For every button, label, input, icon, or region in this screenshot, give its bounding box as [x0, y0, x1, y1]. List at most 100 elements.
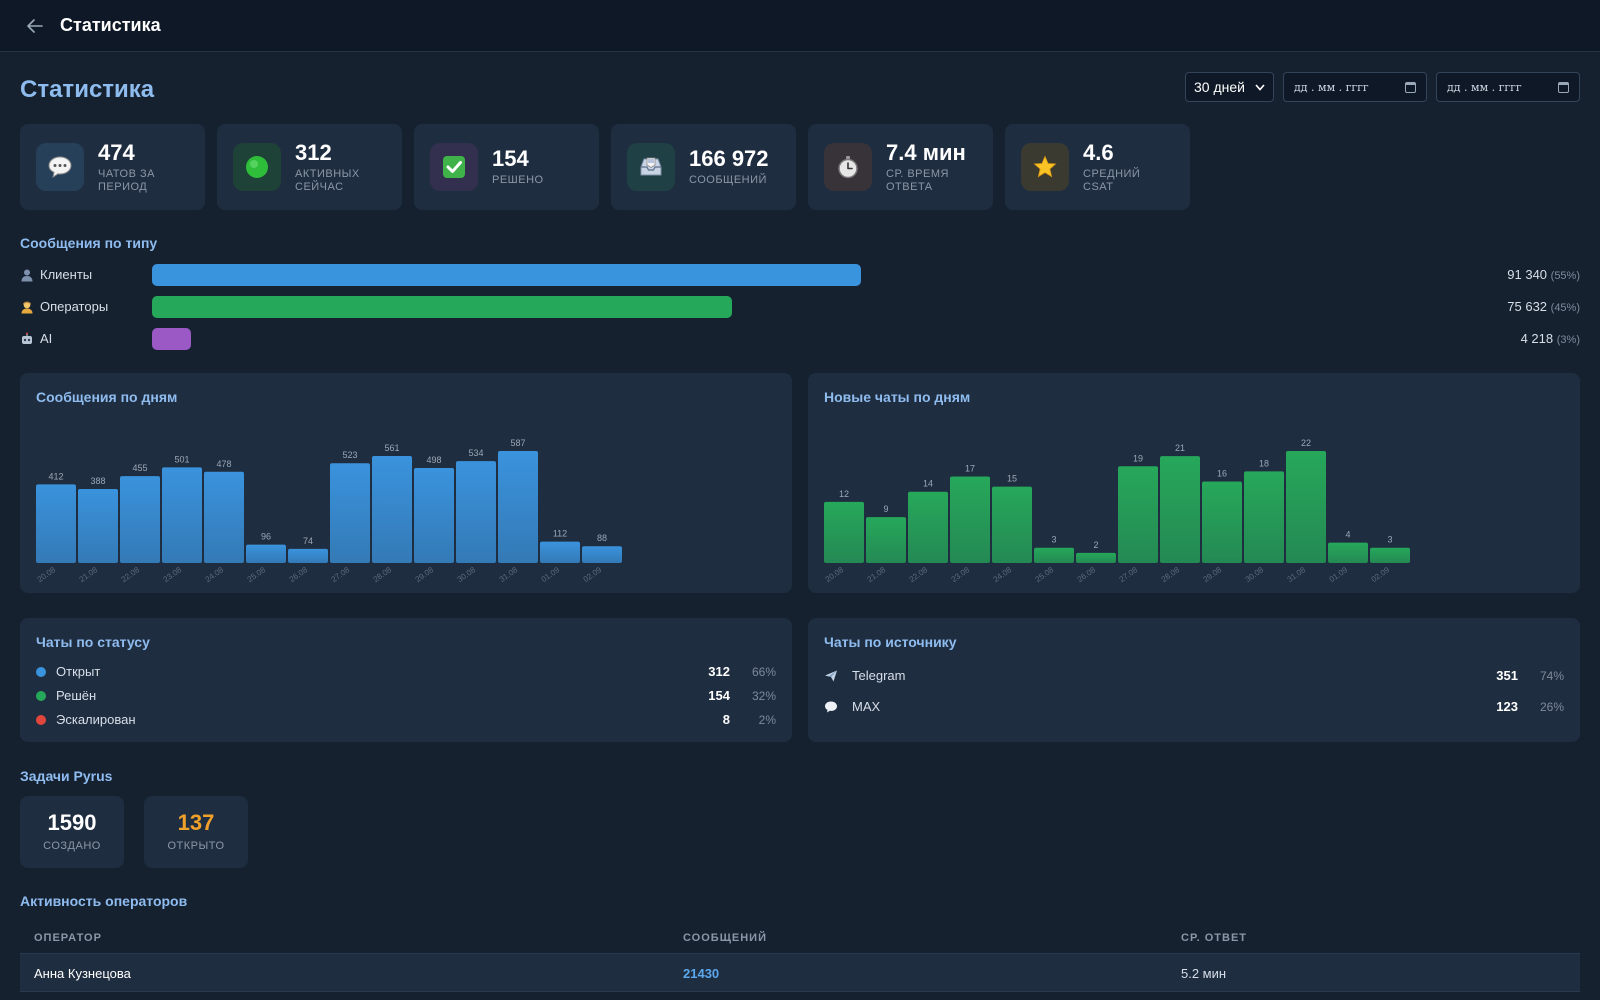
x-tick-label: 31.08 [498, 565, 520, 584]
message-type-count: 75 632 [1507, 299, 1548, 314]
source-count: 351 [1496, 668, 1518, 683]
chart-bar[interactable] [330, 463, 370, 563]
star-icon [1021, 143, 1069, 191]
chart-bar[interactable] [1286, 451, 1326, 563]
pyrus-cards: 1590 СОЗДАНО 137 ОТКРЫТО [20, 796, 248, 868]
chart-bar[interactable] [1076, 552, 1116, 563]
x-tick-label: 24.08 [992, 565, 1014, 584]
period-select-value: 30 дней [1194, 79, 1245, 95]
calendar-icon[interactable] [1558, 81, 1569, 93]
top-bar: Статистика [0, 0, 1600, 52]
source-row: Telegram 351 74% [824, 666, 1564, 686]
message-type-bar [152, 296, 732, 318]
chart-bar[interactable] [498, 451, 538, 563]
x-tick-label: 20.08 [36, 565, 58, 584]
chart-bar[interactable] [908, 491, 948, 563]
stat-card: 154 Решено [414, 124, 599, 210]
status-percent: 32% [751, 689, 776, 703]
table-row[interactable]: Анна Кузнецова 21430 5.2 мин [20, 954, 1580, 992]
source-label: MAX [824, 699, 880, 714]
operator-name: Анна Кузнецова [34, 966, 131, 981]
table-header: ОПЕРАТОР СООБЩЕНИЙ СР. ОТВЕТ [20, 922, 1580, 954]
chart-bar[interactable] [950, 476, 990, 563]
page-title: Статистика [20, 76, 155, 103]
chart-bar[interactable] [414, 467, 454, 563]
source-count: 123 [1496, 699, 1518, 714]
source-percent: 74% [1539, 669, 1564, 683]
pyrus-created-value: 1590 [47, 810, 97, 835]
stat-cards: 474 Чатов за период 312 Активных сейчас 154 Р… [20, 124, 1190, 210]
column-header-operator[interactable]: ОПЕРАТОР [34, 932, 102, 944]
operator-avg-response: 5.2 мин [1181, 966, 1227, 981]
pyrus-open-value: 137 [177, 810, 215, 835]
stat-card: 474 Чатов за период [20, 124, 205, 210]
chart-bar[interactable] [1034, 547, 1074, 563]
chart-bar[interactable] [1244, 471, 1284, 563]
chart-bar[interactable] [1160, 456, 1200, 563]
bar-value-label: 501 [174, 454, 189, 464]
x-tick-label: 22.08 [120, 565, 142, 584]
messages-by-day-chart: 412 20.08 388 21.08 455 22.08 501 23.08 478 24.08… [36, 438, 622, 584]
message-type-bar [152, 328, 191, 350]
chart-bar[interactable] [992, 486, 1032, 563]
bar-value-label: 587 [510, 438, 525, 448]
period-select[interactable]: 30 дней [1185, 72, 1274, 102]
chart-bar[interactable] [372, 455, 412, 563]
status-row: Решён 154 32% [36, 686, 776, 706]
back-arrow-icon[interactable] [24, 15, 46, 37]
chart-bar[interactable] [204, 471, 244, 563]
source-row: MAX 123 26% [824, 697, 1564, 717]
date-from-input[interactable]: дд . мм . гггг [1283, 72, 1427, 102]
chat-bubble-icon [824, 700, 842, 714]
bar-value-label: 88 [597, 533, 607, 543]
bar-value-label: 14 [923, 479, 933, 489]
chart-bar[interactable] [246, 544, 286, 563]
status-label: Решён [36, 688, 96, 703]
bar-value-label: 18 [1259, 458, 1269, 468]
bar-value-label: 523 [342, 450, 357, 460]
x-tick-label: 27.08 [330, 565, 352, 584]
date-to-input[interactable]: дд . мм . гггг [1436, 72, 1580, 102]
source-percent: 26% [1539, 700, 1564, 714]
message-type-track [152, 328, 1452, 350]
chart-bar[interactable] [866, 517, 906, 563]
operator-icon [20, 300, 34, 314]
bar-value-label: 455 [132, 463, 147, 473]
x-tick-label: 01.09 [1328, 565, 1350, 584]
person-icon [20, 268, 34, 282]
robot-icon [20, 332, 34, 346]
stat-text: 166 972 Сообщений [689, 147, 769, 187]
bar-value-label: 96 [261, 532, 271, 542]
bar-value-label: 17 [965, 463, 975, 473]
chart-bar[interactable] [1370, 547, 1410, 563]
chart-bar[interactable] [1118, 466, 1158, 563]
chart-bar[interactable] [824, 501, 864, 563]
green-circle-icon [233, 143, 281, 191]
column-header-avg-response[interactable]: СР. ОТВЕТ [1181, 932, 1247, 944]
stat-card: 7.4 мин Ср. время ответа [808, 124, 993, 210]
topbar-title: Статистика [60, 15, 161, 35]
chart-bar[interactable] [582, 546, 622, 563]
chart-bar[interactable] [36, 484, 76, 563]
bar-value-label: 3 [1051, 535, 1056, 545]
chart-bar[interactable] [78, 488, 118, 563]
stat-value: 154 [492, 146, 529, 171]
pyrus-title: Задачи Pyrus [20, 768, 113, 784]
x-tick-label: 29.08 [414, 565, 436, 584]
chart-bar[interactable] [456, 461, 496, 563]
chart-bar[interactable] [120, 476, 160, 563]
bar-value-label: 9 [883, 504, 888, 514]
message-type-count: 4 218 [1520, 331, 1554, 346]
chart-bar[interactable] [1328, 542, 1368, 563]
chart-bar[interactable] [162, 467, 202, 563]
calendar-icon[interactable] [1405, 81, 1416, 93]
chart-bar[interactable] [288, 548, 328, 563]
chart-bar[interactable] [1202, 481, 1242, 563]
x-tick-label: 26.08 [1076, 565, 1098, 584]
column-header-messages[interactable]: СООБЩЕНИЙ [683, 932, 767, 944]
stat-value: 312 [295, 139, 332, 165]
chart-bar[interactable] [540, 541, 580, 563]
message-type-name: Клиенты [40, 267, 93, 282]
stat-label: Решено [492, 174, 544, 186]
stat-label: Сообщений [689, 174, 767, 186]
